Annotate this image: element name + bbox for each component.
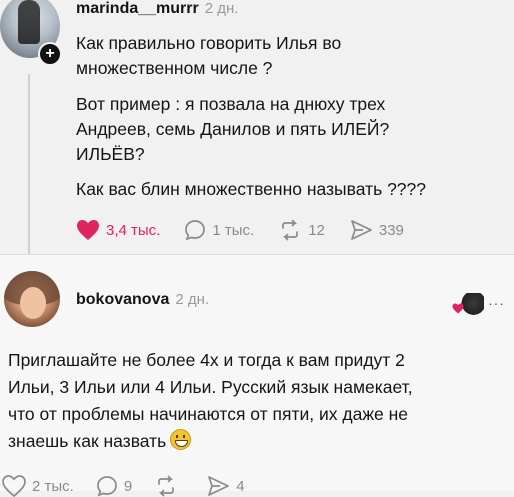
liked-heart-icon	[452, 303, 464, 314]
comment-reply: bokovanova 2 дн. ··· Приглашайте не более…	[0, 255, 514, 497]
commenter-avatar[interactable]	[4, 271, 60, 327]
comment-share-button[interactable]: 4	[206, 475, 245, 497]
more-options-icon[interactable]: ···	[488, 295, 505, 311]
share-count: 339	[378, 221, 404, 239]
comment-like-count: 2 тыс.	[32, 477, 74, 495]
share-button[interactable]: 339	[349, 219, 404, 241]
comment-share-count: 4	[236, 477, 245, 495]
repost-button[interactable]: 12	[278, 219, 325, 241]
comment-actions: 2 тыс. 9 4	[2, 475, 267, 497]
repost-icon	[158, 475, 175, 497]
original-post: + marinda__murrr 2 дн. Как правильно гово…	[0, 0, 514, 254]
post-text-example: Вот пример : я позвала на днюху трех Анд…	[76, 94, 390, 164]
comment-bubble-icon	[185, 220, 206, 241]
comment-text-body: Приглашайте не более 4х и тогда к вам пр…	[8, 350, 413, 451]
comment-like-button[interactable]: 2 тыс.	[2, 475, 74, 497]
heart-filled-icon	[77, 220, 99, 240]
repost-icon	[282, 219, 299, 241]
post-username[interactable]: marinda__murrr 2 дн.	[76, 0, 238, 18]
reply-button[interactable]: 1 тыс.	[184, 219, 254, 241]
comment-text: Приглашайте не более 4х и тогда к вам пр…	[8, 347, 508, 455]
reply-count: 1 тыс.	[212, 221, 255, 239]
like-count: 3,4 тыс.	[106, 221, 161, 239]
send-icon	[208, 476, 230, 496]
comment-reply-button[interactable]: 9	[96, 475, 132, 497]
thread-line	[28, 74, 30, 254]
comment-bubble-icon	[96, 476, 117, 497]
comment-username-text[interactable]: bokovanova	[76, 291, 169, 308]
send-icon	[351, 220, 372, 240]
like-button[interactable]: 3,4 тыс.	[76, 219, 160, 241]
heart-outline-icon	[2, 475, 26, 497]
post-username-text[interactable]: marinda__murrr	[76, 0, 199, 17]
follow-plus-icon[interactable]: +	[38, 42, 62, 66]
post-text-question: Как правильно говорить Илья во множестве…	[76, 33, 342, 78]
post-time: 2 дн.	[204, 0, 239, 17]
post-text-closing: Как вас блин множественно называть ????	[76, 179, 427, 199]
repost-count: 12	[308, 221, 325, 239]
post-actions: 3,4 тыс. 1 тыс. 12 339	[76, 216, 428, 244]
comment-username[interactable]: bokovanova 2 дн.	[76, 291, 209, 309]
grinning-emoji-icon	[170, 429, 192, 450]
comment-time: 2 дн.	[175, 291, 210, 308]
comment-reply-count: 9	[123, 477, 133, 495]
comment-repost-button[interactable]	[154, 475, 184, 497]
